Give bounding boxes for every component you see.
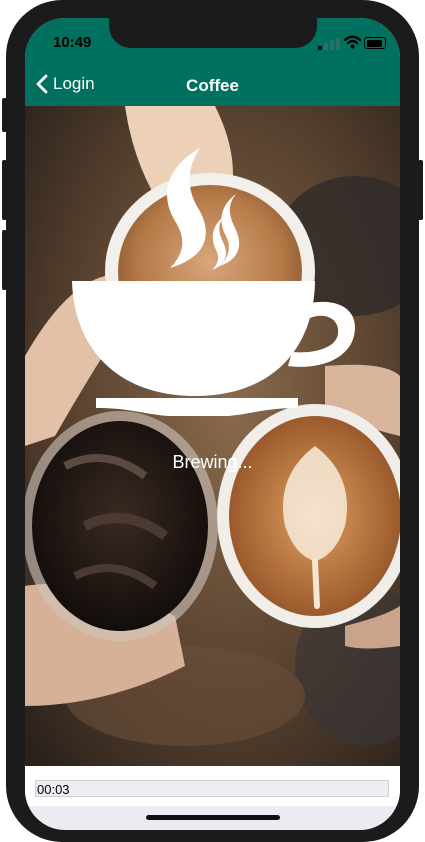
device-frame: 10:49 Login Coffee Brewing... 00:03 bbox=[0, 0, 425, 842]
status-time: 10:49 bbox=[53, 34, 92, 51]
battery-icon bbox=[364, 37, 386, 49]
signal-bars-icon bbox=[318, 38, 340, 50]
coffee-cups-cheers-photo: Brewing... bbox=[25, 106, 400, 766]
page-title: Coffee bbox=[186, 76, 239, 95]
elapsed-timer: 00:03 bbox=[35, 780, 389, 797]
status-bar: 10:49 bbox=[25, 18, 400, 64]
wifi-icon bbox=[344, 35, 361, 49]
screen: 10:49 Login Coffee Brewing... 00:03 bbox=[25, 18, 400, 830]
coffee-cup-steam-icon bbox=[72, 148, 356, 416]
notch bbox=[109, 18, 317, 48]
navigation-bar: Login Coffee bbox=[25, 64, 400, 106]
brewing-status-text: Brewing... bbox=[172, 452, 253, 472]
home-indicator[interactable] bbox=[146, 815, 280, 820]
